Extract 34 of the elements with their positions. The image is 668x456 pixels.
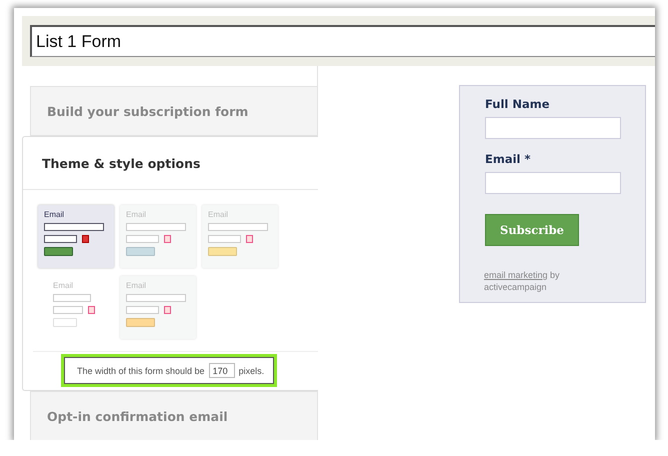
theme-field-label: Email <box>44 210 66 219</box>
field-label: Full Name <box>485 97 551 111</box>
sample-input-icon <box>208 235 241 243</box>
footer-link[interactable]: email marketing <box>484 270 548 280</box>
theme-option[interactable]: Email <box>202 205 278 268</box>
sample-input-icon <box>208 223 268 231</box>
footer-text: email marketing by activecampaign <box>484 269 561 293</box>
sample-input-icon <box>126 306 159 314</box>
accordion-header[interactable]: Opt-in confirmation email <box>30 391 318 440</box>
accordion-header[interactable]: Build your subscription form <box>30 86 318 136</box>
input-field[interactable] <box>485 172 621 194</box>
input-field[interactable] <box>485 117 621 139</box>
sample-input-icon <box>53 306 83 314</box>
accordion-header[interactable]: Theme & style options <box>23 137 318 190</box>
theme-option[interactable]: Email <box>38 276 114 339</box>
theme-option[interactable]: Email <box>38 205 114 268</box>
theme-field-label: Email <box>208 210 230 219</box>
sample-input-icon <box>126 294 186 302</box>
form-name-field[interactable]: List 1 Form <box>30 25 655 57</box>
theme-field-label: Email <box>53 281 74 290</box>
width-input[interactable]: 170 <box>208 363 235 378</box>
width-label: The width of this form should be <box>77 366 205 376</box>
sample-input-icon <box>44 235 77 243</box>
subscribe-button[interactable]: Subscribe <box>485 214 579 246</box>
theme-field-label: Email <box>126 281 148 290</box>
field-label: Email * <box>485 152 532 166</box>
unit-label: pixels. <box>238 366 264 376</box>
theme-field-label: Email <box>126 210 148 219</box>
sample-input-icon <box>44 223 104 231</box>
sample-input-icon <box>53 294 91 302</box>
theme-option[interactable]: Email <box>120 276 196 339</box>
sample-input-icon <box>126 223 186 231</box>
sample-input-icon <box>126 235 159 243</box>
theme-option[interactable]: Email <box>120 205 196 268</box>
